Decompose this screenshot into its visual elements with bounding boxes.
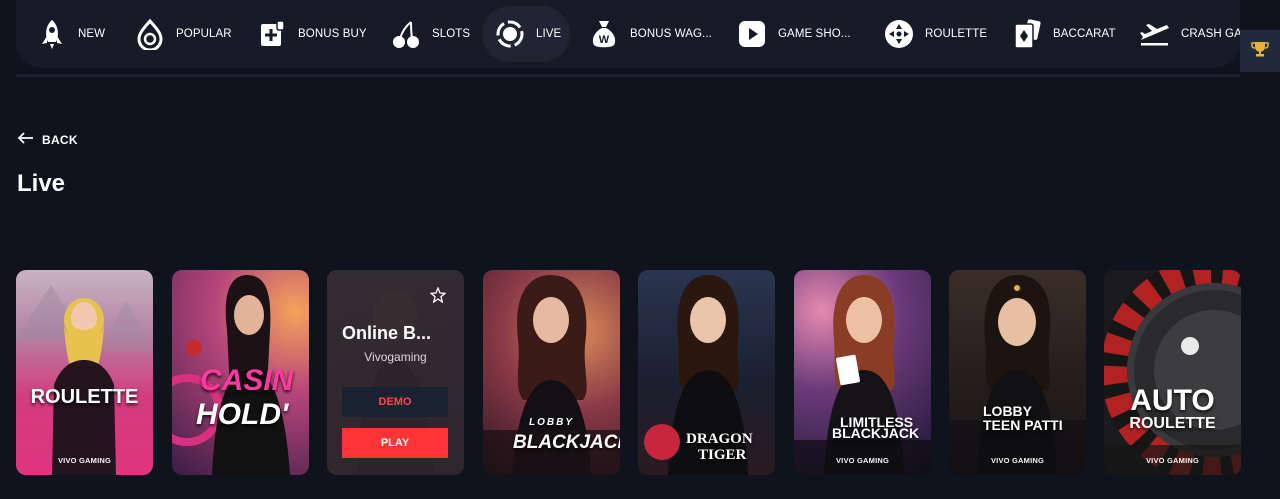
play-button[interactable]: PLAY (342, 428, 448, 458)
game-card-casino-holdem[interactable]: CASIN HOLD' (172, 270, 309, 475)
bonus-buy-icon (256, 18, 288, 50)
dealer-image (794, 275, 931, 475)
game-card-lobby-blackjack[interactable]: LOBBY BLACKJACK (483, 270, 620, 475)
game-title-line1: AUTO (1130, 384, 1215, 417)
game-card-lobby-teen-patti[interactable]: LOBBY TEEN PATTI VIVO GAMING (949, 270, 1086, 475)
drop-icon (134, 18, 166, 50)
game-thumbnail (1104, 270, 1241, 475)
game-title: Online B... (342, 323, 432, 343)
dealer-image (16, 285, 153, 475)
nav-item-label: LIVE (536, 28, 562, 40)
favorite-star-icon[interactable] (429, 286, 447, 304)
nav-item-label: BONUS BUY (298, 28, 367, 40)
back-button[interactable]: BACK (17, 131, 78, 149)
game-thumbnail (16, 270, 153, 475)
plane-icon (1139, 18, 1171, 50)
game-title-line2: ROULETTE (1129, 415, 1216, 432)
nav-item-new[interactable]: NEW (36, 6, 116, 62)
cards-icon (1011, 18, 1043, 50)
game-title-line1: LOBBY (983, 403, 1032, 419)
svg-text:W: W (599, 34, 610, 46)
game-card-limitless-blackjack[interactable]: LIMITLESS BLACKJACK VIVO GAMING (794, 270, 931, 475)
game-card-roulette[interactable]: ROULETTE VIVO GAMING (16, 270, 153, 475)
page-title: Live (17, 170, 66, 197)
game-title-line2: BLACKJACK (832, 425, 920, 441)
nav-item-live[interactable]: LIVE (482, 6, 570, 62)
trophy-button[interactable] (1240, 30, 1280, 72)
game-title: BLACKJACK (513, 432, 620, 453)
game-card-online-baccarat[interactable]: Online B... Vivogaming DEMO PLAY (327, 270, 464, 475)
game-provider: Vivogaming (364, 350, 427, 364)
game-title: ROULETTE (30, 386, 139, 408)
game-provider: VIVO GAMING (835, 456, 890, 465)
nav-item-crash-games[interactable]: CRASH GA (1139, 6, 1240, 62)
nav-item-bonus-buy[interactable]: BONUS BUY (256, 6, 376, 62)
nav-item-label: SLOTS (432, 28, 471, 40)
nav-item-label: GAME SHO... (778, 28, 851, 40)
nav-item-label: NEW (78, 28, 106, 40)
dealer-image (949, 275, 1086, 475)
arrow-left-icon (17, 131, 34, 149)
nav-item-label: CRASH GA (1181, 28, 1240, 40)
nav-item-label: ROULETTE (925, 28, 988, 40)
nav-item-baccarat[interactable]: BACCARAT (1011, 6, 1121, 62)
game-provider: VIVO GAMING (990, 456, 1045, 465)
roulette-wheel-image (1104, 270, 1241, 475)
game-thumbnail (794, 270, 931, 475)
nav-item-slots[interactable]: SLOTS (390, 6, 472, 62)
game-title-line2: HOLD' (196, 398, 289, 431)
nav-item-game-shows[interactable]: GAME SHO... (736, 6, 856, 62)
nav-item-label: POPULAR (176, 28, 232, 40)
nav-item-label: BONUS WAG... (630, 28, 712, 40)
rocket-icon (36, 18, 68, 50)
game-provider: VIVO GAMING (57, 456, 112, 465)
game-title-line2: TIGER (698, 447, 747, 463)
nav-item-label: BACCARAT (1053, 28, 1116, 40)
cherry-icon (390, 18, 422, 50)
game-subtitle: LOBBY (529, 417, 574, 428)
demo-button[interactable]: DEMO (342, 387, 448, 417)
game-title-line2: TEEN PATTI (983, 417, 1063, 433)
play-icon (736, 18, 768, 50)
money-bag-icon: W (588, 18, 620, 50)
nav-item-popular[interactable]: POPULAR (134, 6, 244, 62)
trophy-icon (1251, 40, 1269, 63)
game-title-line1: DRAGON (686, 431, 753, 447)
game-card-dragon-tiger[interactable]: DRAGON TIGER (638, 270, 775, 475)
nav-item-bonus-wagering[interactable]: W BONUS WAG... (588, 6, 718, 62)
live-icon (494, 18, 526, 50)
back-label: BACK (42, 133, 78, 147)
roulette-icon (883, 18, 915, 50)
category-nav: NEW POPULAR BONUS BUY SLOTS LIVE W BONUS… (16, 0, 1240, 68)
nav-item-roulette[interactable]: ROULETTE (883, 6, 993, 62)
game-title-line1: CASIN (200, 364, 294, 397)
game-card-auto-roulette[interactable]: AUTO ROULETTE VIVO GAMING (1104, 270, 1241, 475)
nav-divider (16, 74, 1240, 77)
game-thumbnail (949, 270, 1086, 475)
game-provider: VIVO GAMING (1145, 456, 1200, 465)
